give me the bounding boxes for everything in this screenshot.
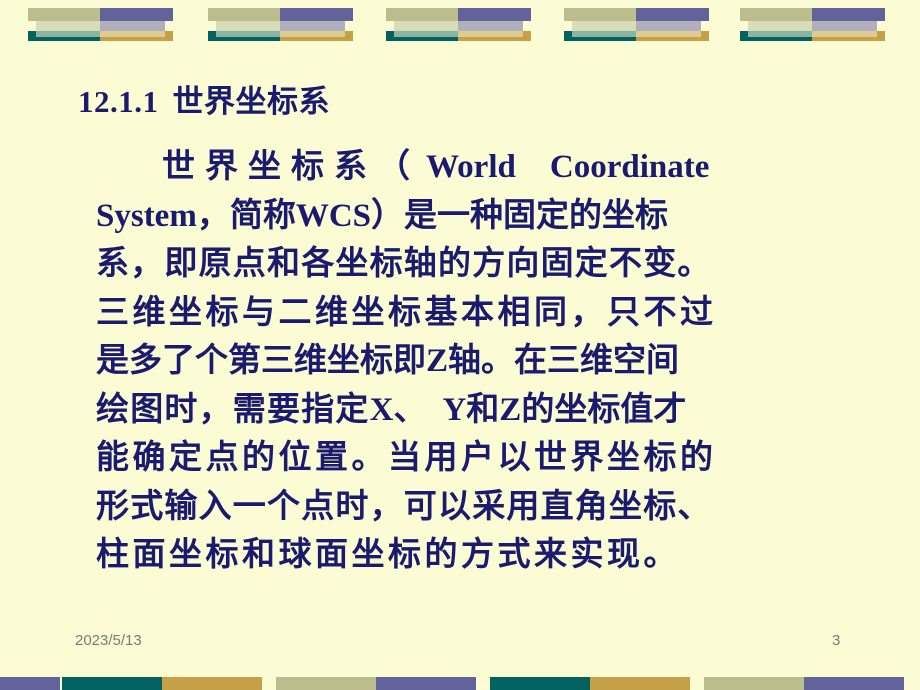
body-segment: 和	[466, 388, 500, 428]
band-block-light-purple	[458, 21, 523, 31]
band-block-slate-purple	[0, 677, 60, 690]
body-segment: 能确定点的位置。当用户以世界坐标的	[96, 437, 717, 476]
band-block-khaki	[564, 8, 636, 21]
body-segment: Z	[426, 343, 449, 379]
bottom-band-unit	[490, 677, 690, 690]
body-segment: Coordinate	[549, 149, 710, 185]
bottom-band-unit	[0, 677, 60, 690]
body-line: 绘图时，需要指定X、 Y和Z的坐标值才	[96, 385, 856, 434]
band-block-slate-purple	[100, 8, 173, 21]
top-band-unit	[28, 8, 183, 41]
band-block-light-purple	[636, 21, 701, 31]
band-block-khaki	[704, 677, 804, 690]
band-block-slate-purple	[804, 677, 904, 690]
heading-title: 世界坐标系	[172, 84, 330, 120]
band-block-pale-gold	[280, 31, 345, 37]
band-block-sea-green	[36, 31, 100, 37]
bottom-band-unit	[704, 677, 904, 690]
body-segment: 形式输入一个点时，可以采用直角坐标、	[96, 485, 712, 525]
band-block-pale-khaki	[748, 21, 812, 31]
band-block-pale-khaki	[216, 21, 280, 31]
band-block-light-purple	[100, 21, 165, 31]
band-block-sea-green	[748, 31, 812, 37]
band-block-pale-gold	[458, 31, 523, 37]
body-segment: 柱面坐标和球面坐标的方式来实现。	[96, 534, 680, 573]
band-block-khaki	[208, 8, 280, 21]
heading-number: 12.1.1	[78, 84, 159, 119]
bottom-band-unit	[62, 677, 262, 690]
top-band-unit	[740, 8, 895, 41]
top-decorative-band	[0, 0, 920, 46]
top-band-unit	[564, 8, 719, 41]
footer-date: 2023/5/13	[75, 632, 142, 649]
band-block-gold	[590, 677, 690, 690]
body-segment: 系，即原点和各坐标轴的方向固定不变。	[96, 243, 712, 282]
band-block-teal	[62, 677, 162, 690]
body-segment: ）是一种固定的坐标	[371, 194, 669, 234]
body-segment: Y	[442, 391, 467, 428]
band-block-pale-khaki	[572, 21, 636, 31]
band-block-khaki	[276, 677, 376, 690]
band-block-pale-khaki	[36, 21, 100, 31]
footer-page-number: 3	[832, 632, 841, 649]
band-block-slate-purple	[812, 8, 885, 21]
body-line: 柱面坐标和球面坐标的方式来实现。	[96, 530, 856, 579]
band-block-pale-gold	[100, 31, 165, 37]
top-band-unit	[208, 8, 363, 41]
band-block-khaki	[386, 8, 458, 21]
band-block-khaki	[740, 8, 812, 21]
band-block-slate-purple	[636, 8, 709, 21]
slide-heading: 12.1.1 世界坐标系	[78, 76, 330, 121]
band-block-gold	[162, 677, 262, 690]
band-block-slate-purple	[458, 8, 531, 21]
body-segment: 世界坐标系	[162, 146, 377, 185]
body-segment: 轴。在三维空间	[448, 340, 680, 379]
band-block-teal	[490, 677, 590, 690]
body-line: 是多了个第三维坐标即Z轴。在三维空间	[96, 336, 856, 385]
band-block-sea-green	[572, 31, 636, 37]
band-block-pale-gold	[636, 31, 701, 37]
band-block-sea-green	[216, 31, 280, 37]
body-segment: （	[377, 146, 410, 185]
band-block-sea-green	[394, 31, 458, 37]
band-block-light-purple	[812, 21, 877, 31]
slide-body-text: 世界坐标系（ World Coordinate System，简称WCS）是一种固定…	[96, 142, 856, 579]
body-segment: 、	[393, 388, 427, 428]
body-segment: 是多了个第三维坐标即	[96, 340, 426, 379]
band-block-khaki	[28, 8, 100, 21]
body-segment: 绘图时，需要指定	[96, 388, 370, 428]
bottom-band-unit	[276, 677, 476, 690]
band-block-light-purple	[280, 21, 345, 31]
body-segment: ，简称	[196, 194, 296, 234]
body-line: 能确定点的位置。当用户以世界坐标的	[96, 433, 856, 482]
body-line: 系，即原点和各坐标轴的方向固定不变。	[96, 239, 856, 288]
body-segment: 的坐标值才	[521, 388, 687, 428]
body-segment: Z	[499, 391, 522, 428]
band-block-slate-purple	[280, 8, 353, 21]
band-block-pale-gold	[812, 31, 877, 37]
body-line: 三维坐标与二维坐标基本相同，只不过	[96, 288, 856, 337]
bottom-decorative-band	[0, 668, 920, 690]
body-segment: WCS	[295, 197, 372, 234]
band-block-slate-purple	[376, 677, 476, 690]
body-segment: World	[426, 149, 516, 185]
top-band-unit	[386, 8, 541, 41]
body-line: 形式输入一个点时，可以采用直角坐标、	[96, 482, 856, 531]
body-segment: 三维坐标与二维坐标基本相同，只不过	[96, 291, 717, 331]
body-line: 世界坐标系（ World Coordinate	[96, 142, 856, 191]
band-block-pale-khaki	[394, 21, 458, 31]
body-segment: System	[96, 197, 197, 234]
body-segment: X	[369, 391, 394, 428]
body-line: System，简称WCS）是一种固定的坐标	[96, 191, 856, 240]
